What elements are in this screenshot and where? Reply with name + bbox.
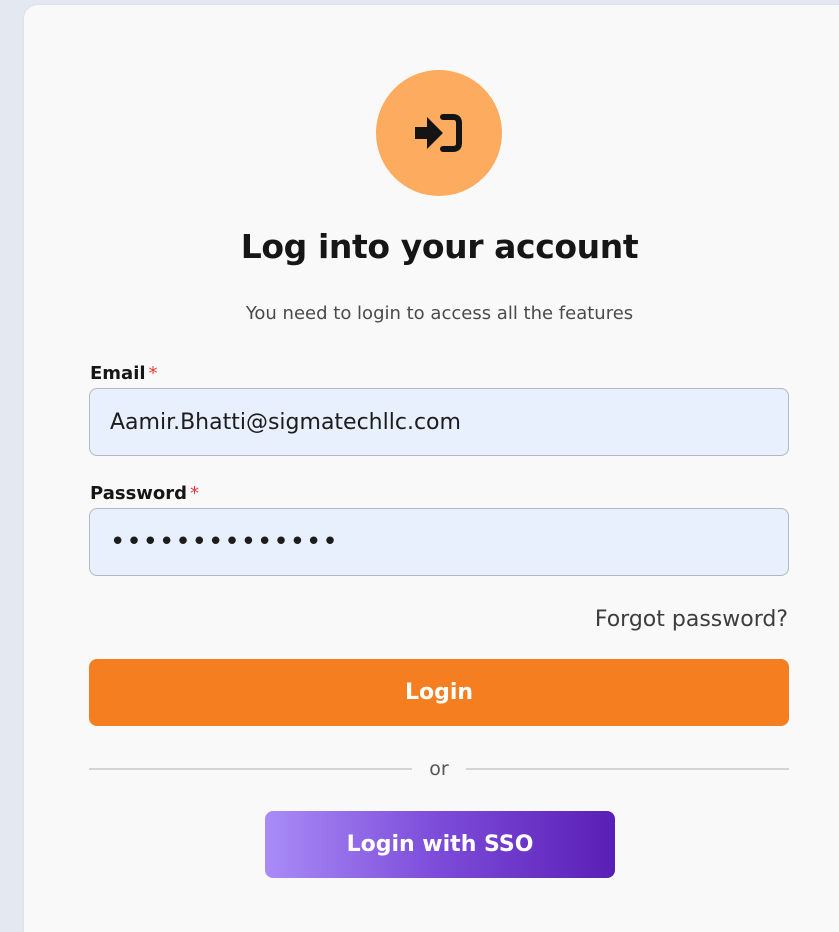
login-button[interactable]: Login (89, 659, 789, 726)
or-divider: or (89, 757, 789, 781)
email-field[interactable] (89, 388, 789, 456)
password-field[interactable] (89, 508, 789, 576)
sso-login-button[interactable]: Login with SSO (265, 811, 615, 878)
password-label: Password * (90, 483, 199, 504)
required-marker: * (148, 363, 158, 384)
email-label: Email * (90, 363, 158, 384)
login-arrow-icon (415, 114, 462, 152)
divider-line-right (465, 768, 789, 770)
login-card: Log into your account You need to login … (24, 5, 839, 932)
divider-line-left (89, 768, 413, 770)
forgot-password-link[interactable]: Forgot password? (595, 607, 788, 632)
password-label-text: Password (90, 483, 188, 504)
email-label-text: Email (90, 363, 146, 384)
page-subtitle: You need to login to access all the feat… (245, 303, 634, 324)
divider-text: or (429, 758, 449, 780)
login-icon-badge (376, 70, 502, 196)
required-marker: * (190, 483, 200, 504)
page-title: Log into your account (240, 227, 639, 266)
